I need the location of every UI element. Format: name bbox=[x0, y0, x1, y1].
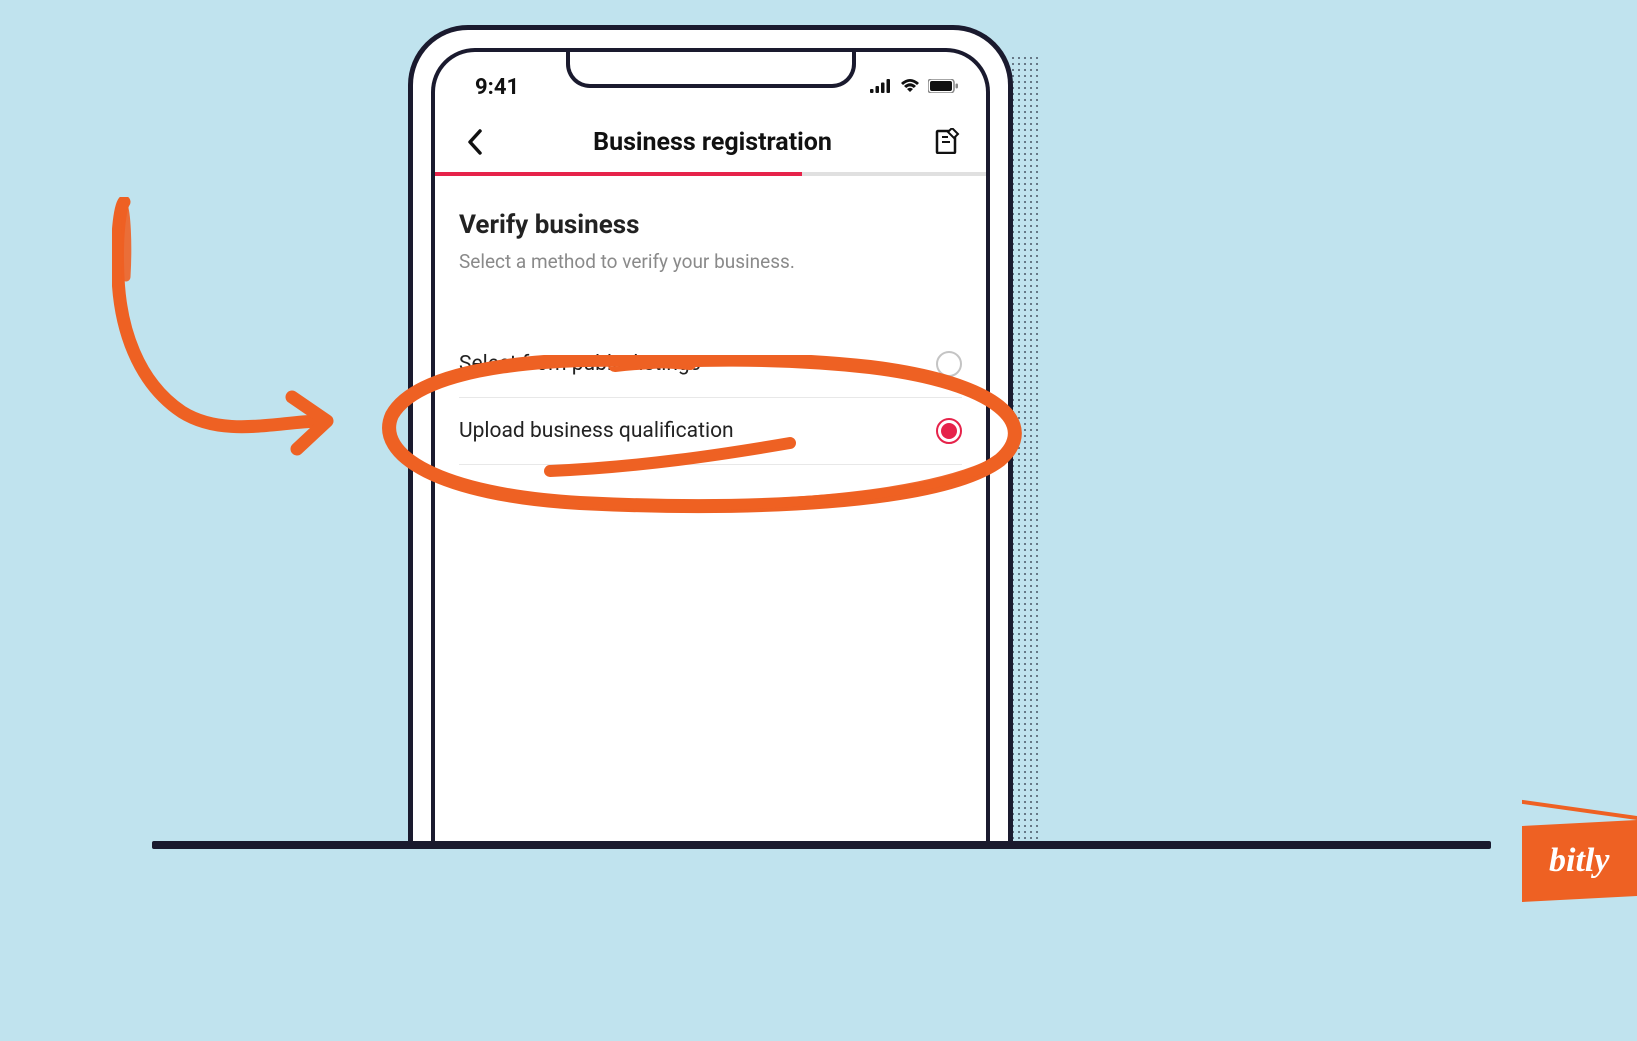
battery-icon bbox=[928, 78, 958, 97]
content-area: Verify business Select a method to verif… bbox=[435, 176, 986, 465]
document-edit-icon bbox=[934, 128, 960, 154]
nav-bar: Business registration bbox=[435, 104, 986, 172]
phone-screen: 9:41 Business registration bbox=[431, 48, 990, 845]
page-title: Business registration bbox=[593, 128, 832, 157]
status-icons-group bbox=[870, 78, 958, 97]
option-upload-qualification[interactable]: Upload business qualification bbox=[459, 398, 962, 465]
section-heading: Verify business bbox=[459, 210, 962, 240]
progress-step-1 bbox=[435, 172, 619, 176]
bitly-badge: bitly bbox=[1522, 820, 1637, 902]
phone-frame-outer: 9:41 Business registration bbox=[408, 25, 1013, 845]
ground-line bbox=[152, 841, 1491, 849]
phone-notch bbox=[566, 48, 856, 88]
progress-bar bbox=[435, 172, 986, 176]
bitly-badge-accent bbox=[1522, 800, 1637, 820]
option-label: Select from public listings bbox=[459, 352, 701, 376]
section-subheading: Select a method to verify your business. bbox=[459, 250, 962, 273]
arrow-annotation bbox=[112, 197, 342, 467]
progress-step-2 bbox=[619, 172, 803, 176]
phone-shadow-texture bbox=[1010, 55, 1038, 845]
radio-unselected-icon bbox=[936, 351, 962, 377]
progress-step-3 bbox=[802, 172, 986, 176]
radio-selected-icon bbox=[936, 418, 962, 444]
option-label: Upload business qualification bbox=[459, 419, 734, 443]
bitly-logo-text: bitly bbox=[1549, 842, 1609, 880]
option-public-listings[interactable]: Select from public listings bbox=[459, 331, 962, 398]
status-time: 9:41 bbox=[475, 75, 519, 100]
document-action-button[interactable] bbox=[934, 128, 962, 156]
cellular-signal-icon bbox=[870, 78, 892, 97]
back-button[interactable] bbox=[459, 126, 491, 158]
chevron-left-icon bbox=[467, 129, 483, 155]
wifi-icon bbox=[900, 78, 920, 97]
